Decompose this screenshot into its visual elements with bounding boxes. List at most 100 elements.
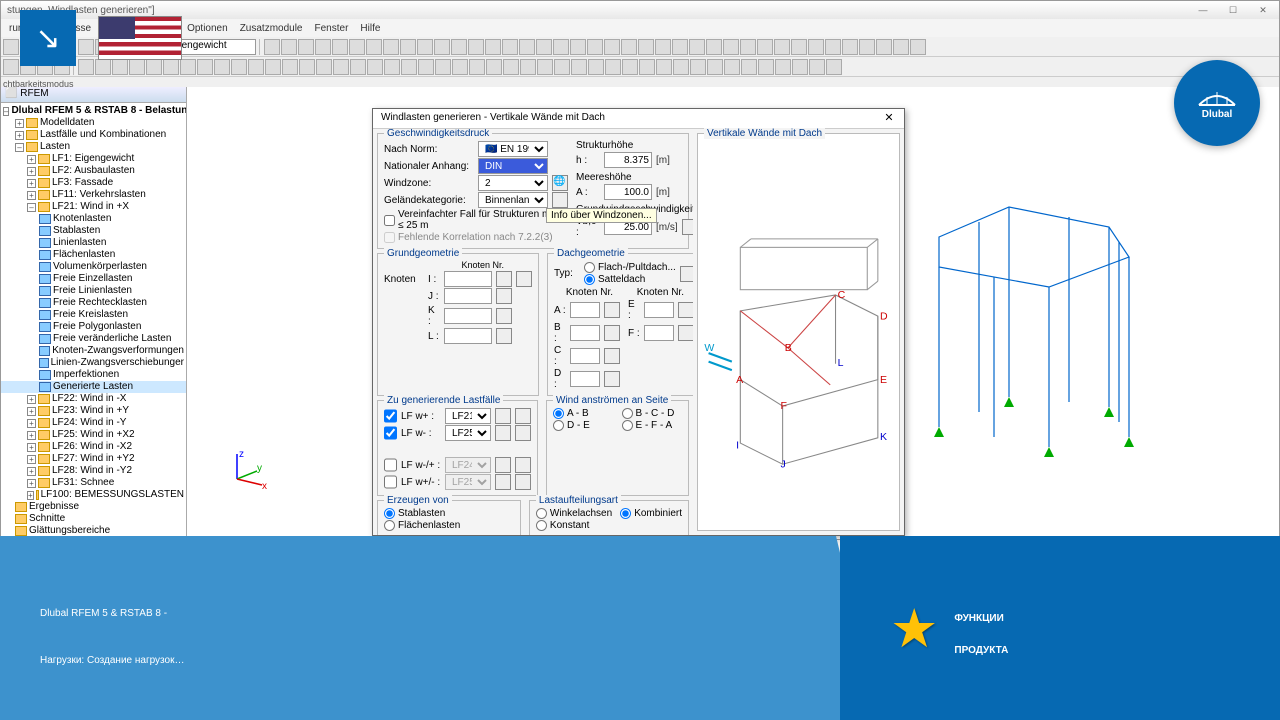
side-efa-radio[interactable] [622, 420, 633, 431]
menu-item[interactable]: Zusatzmodule [236, 23, 307, 34]
menu-item[interactable]: Hilfe [356, 23, 384, 34]
lfwp-select[interactable]: LF21 [445, 408, 491, 424]
tree-node[interactable]: +LF25: Wind in +X2 [1, 429, 186, 441]
new-lf-button[interactable] [495, 457, 511, 473]
maximize-button[interactable]: ☐ [1219, 3, 1247, 19]
roof-f-input[interactable] [644, 325, 674, 341]
tool-icon[interactable] [656, 59, 672, 75]
tool-icon[interactable] [741, 59, 757, 75]
tree-node[interactable]: +LF23: Wind in +Y [1, 405, 186, 417]
menubar[interactable]: rung Ergebnisse Extras Tabelle Optionen … [1, 19, 1279, 37]
pick-icon[interactable] [496, 288, 512, 304]
vb-info-button[interactable] [682, 219, 693, 235]
tool-icon[interactable] [384, 59, 400, 75]
tool-icon[interactable] [621, 39, 637, 55]
terrain-select[interactable]: Binnenland [478, 192, 548, 208]
tree-node[interactable]: Linien-Zwangsverschiebunger [1, 357, 186, 369]
tool-icon[interactable] [758, 59, 774, 75]
tree-node[interactable]: Freie Rechtecklasten [1, 297, 186, 309]
tree-node[interactable]: +LF2: Ausbaulasten [1, 165, 186, 177]
lfwm-checkbox[interactable] [384, 425, 397, 441]
windzone-info-button[interactable]: 🌐 [552, 175, 568, 191]
tree-node[interactable]: +LF22: Wind in -X [1, 393, 186, 405]
menu-item[interactable]: Fenster [311, 23, 353, 34]
tool-icon[interactable] [893, 39, 909, 55]
roof-a-input[interactable] [570, 302, 600, 318]
tool-icon[interactable] [690, 59, 706, 75]
project-tree[interactable]: –Dlubal RFEM 5 & RSTAB 8 - Belastunge +M… [1, 103, 186, 539]
tool-icon[interactable] [3, 59, 19, 75]
tool-icon[interactable] [502, 39, 518, 55]
tool-icon[interactable] [792, 59, 808, 75]
tree-node[interactable]: +LF24: Wind in -Y [1, 417, 186, 429]
menu-item[interactable]: Optionen [183, 23, 232, 34]
windzone-select[interactable]: 2 [478, 175, 548, 191]
tool-icon[interactable] [876, 39, 892, 55]
tool-icon[interactable] [435, 59, 451, 75]
surface-loads-radio[interactable] [384, 520, 395, 531]
tree-node[interactable]: Freie veränderliche Lasten [1, 333, 186, 345]
tree-node[interactable]: Volumenkörperlasten [1, 261, 186, 273]
tree-node[interactable]: Freie Kreislasten [1, 309, 186, 321]
annex-select[interactable]: DIN [478, 158, 548, 174]
tool-icon[interactable] [112, 59, 128, 75]
dialog-titlebar[interactable]: Windlasten generieren - Vertikale Wände … [373, 109, 904, 129]
tool-icon[interactable] [672, 39, 688, 55]
side-de-radio[interactable] [553, 420, 564, 431]
tool-icon[interactable] [910, 39, 926, 55]
tree-node[interactable]: +LF27: Wind in +Y2 [1, 453, 186, 465]
tool-icon[interactable] [350, 59, 366, 75]
tool-icon[interactable] [197, 59, 213, 75]
tool-icon[interactable] [383, 39, 399, 55]
tool-icon[interactable] [180, 59, 196, 75]
pick-icon[interactable] [516, 271, 532, 287]
height-input[interactable] [604, 152, 652, 168]
tool-icon[interactable] [791, 39, 807, 55]
pick-icon[interactable] [496, 271, 512, 287]
tool-icon[interactable] [486, 59, 502, 75]
tool-icon[interactable] [248, 59, 264, 75]
tool-icon[interactable] [469, 59, 485, 75]
new-lf-button[interactable] [495, 408, 511, 424]
dialog-close-button[interactable]: ✕ [882, 112, 896, 126]
pick-icon[interactable] [678, 325, 693, 341]
node-i-input[interactable] [444, 271, 492, 287]
tool-icon[interactable] [825, 39, 841, 55]
tree-node[interactable]: Ergebnisse [1, 501, 186, 513]
roof-d-input[interactable] [570, 371, 600, 387]
tree-node[interactable]: Knoten-Zwangsverformungen [1, 345, 186, 357]
pick-icon[interactable] [678, 302, 693, 318]
member-loads-radio[interactable] [384, 508, 395, 519]
tool-icon[interactable] [809, 59, 825, 75]
tool-icon[interactable] [485, 39, 501, 55]
pick-icon[interactable] [496, 308, 512, 324]
roof-type-button[interactable] [680, 266, 693, 282]
tool-icon[interactable] [724, 59, 740, 75]
tree-node[interactable]: +LF31: Schnee [1, 477, 186, 489]
minimize-button[interactable]: — [1189, 3, 1217, 19]
tool-icon[interactable] [231, 59, 247, 75]
tool-icon[interactable] [3, 39, 19, 55]
node-j-input[interactable] [444, 288, 492, 304]
tree-node[interactable]: Freie Einzellasten [1, 273, 186, 285]
tree-node[interactable]: Imperfektionen [1, 369, 186, 381]
tool-icon[interactable] [366, 39, 382, 55]
tool-icon[interactable] [587, 39, 603, 55]
tree-node[interactable]: Stablasten [1, 225, 186, 237]
pick-icon[interactable] [604, 302, 620, 318]
tool-icon[interactable] [520, 59, 536, 75]
pick-icon[interactable] [604, 325, 620, 341]
tool-icon[interactable] [400, 39, 416, 55]
tool-icon[interactable] [553, 39, 569, 55]
tree-project[interactable]: –Dlubal RFEM 5 & RSTAB 8 - Belastunge [1, 105, 186, 117]
tool-icon[interactable] [570, 39, 586, 55]
lfwm-select[interactable]: LF25 [445, 425, 491, 441]
tool-icon[interactable] [842, 39, 858, 55]
tool-icon[interactable] [146, 59, 162, 75]
tree-node[interactable]: +Modelldaten [1, 117, 186, 129]
tree-node[interactable]: –LF21: Wind in +X [1, 201, 186, 213]
tool-icon[interactable] [588, 59, 604, 75]
tree-node[interactable]: Knotenlasten [1, 213, 186, 225]
tree-node[interactable]: +LF3: Fassade [1, 177, 186, 189]
tool-icon[interactable] [571, 59, 587, 75]
